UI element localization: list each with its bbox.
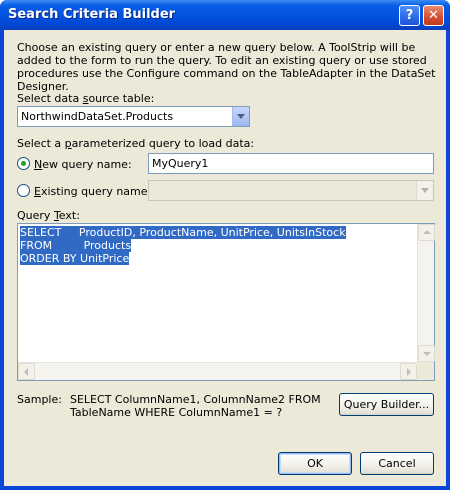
- title-bar[interactable]: Search Criteria Builder ? ✕: [0, 0, 450, 30]
- new-query-name-value: MyQuery1: [152, 157, 209, 170]
- query-builder-button[interactable]: Query Builder...: [339, 393, 434, 416]
- cancel-button[interactable]: Cancel: [360, 452, 434, 475]
- sample-text-line-1: SELECT ColumnName1, ColumnName2 FROM: [70, 393, 321, 406]
- new-query-label[interactable]: New query name:: [34, 158, 132, 171]
- intro-text: Choose an existing query or enter a new …: [17, 41, 436, 93]
- scroll-right-icon[interactable]: [400, 363, 417, 380]
- query-text-label: Query Text:: [17, 209, 80, 222]
- new-query-radio[interactable]: [17, 157, 30, 170]
- existing-query-label[interactable]: Existing query name:: [34, 185, 151, 198]
- search-criteria-builder-window: Search Criteria Builder ? ✕ Choose an ex…: [0, 0, 450, 490]
- data-source-label: Select data source table:: [17, 92, 155, 105]
- scroll-up-icon[interactable]: [418, 224, 435, 241]
- query-line-select: SELECT ProductID, ProductName, UnitPrice…: [20, 226, 346, 239]
- horizontal-scrollbar[interactable]: [18, 362, 417, 380]
- new-query-name-input[interactable]: MyQuery1: [148, 153, 434, 174]
- help-button[interactable]: ?: [399, 5, 420, 26]
- sample-label: Sample:: [17, 393, 62, 406]
- scrollbar-corner: [417, 362, 434, 380]
- query-line-from: FROM Products: [20, 239, 132, 252]
- data-source-combo[interactable]: NorthwindDataSet.Products: [17, 106, 250, 127]
- chevron-down-icon[interactable]: [232, 107, 249, 126]
- parameterized-query-label: Select a parameterized query to load dat…: [17, 137, 255, 150]
- close-button[interactable]: ✕: [423, 5, 444, 26]
- existing-query-radio[interactable]: [17, 184, 30, 197]
- scroll-down-icon[interactable]: [418, 345, 435, 362]
- dialog-body: Choose an existing query or enter a new …: [4, 30, 446, 486]
- window-title: Search Criteria Builder: [8, 7, 176, 22]
- scroll-left-icon[interactable]: [18, 363, 35, 380]
- existing-query-combo[interactable]: [148, 180, 434, 201]
- data-source-value: NorthwindDataSet.Products: [21, 110, 174, 123]
- vertical-scrollbar[interactable]: [417, 224, 435, 362]
- query-line-order-by: ORDER BY UnitPrice: [20, 252, 130, 265]
- chevron-down-icon[interactable]: [416, 181, 433, 200]
- query-text-editor[interactable]: SELECT ProductID, ProductName, UnitPrice…: [17, 223, 435, 381]
- sample-text-line-2: TableName WHERE ColumnName1 = ?: [70, 406, 283, 419]
- ok-button[interactable]: OK: [278, 452, 352, 475]
